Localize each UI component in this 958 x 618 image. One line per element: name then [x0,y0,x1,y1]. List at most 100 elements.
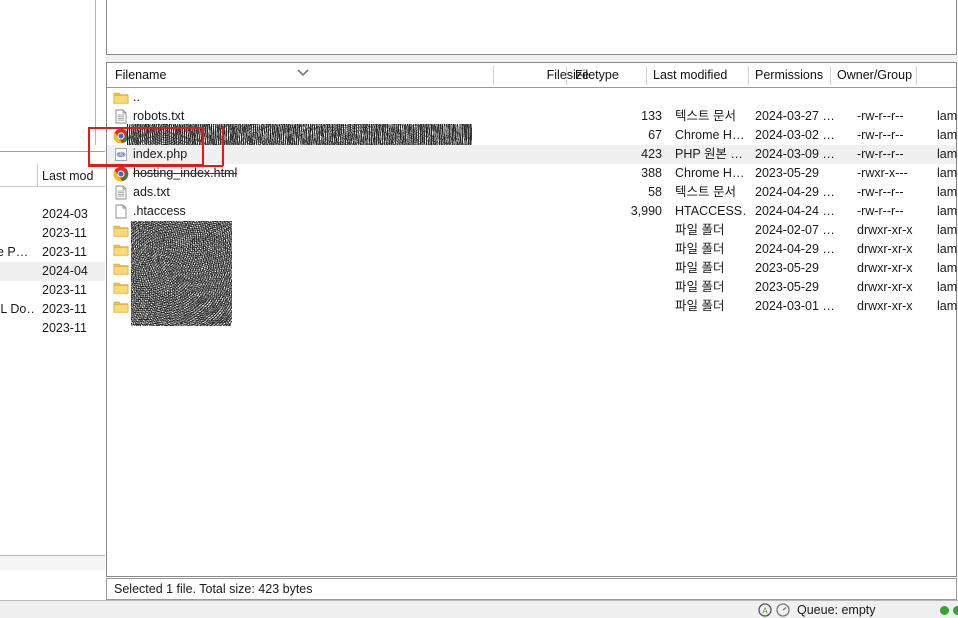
cell-owner-group: lampwick u… [937,204,958,218]
table-row[interactable]: .htaccess 3,990 HTACCESS… 2024-04-24 … -rw-r… [107,202,958,221]
cell-filetype: 파일 폴더 [675,223,725,237]
cell-filesize: 3,990 [630,204,662,218]
cell-filename: ads.txt [133,185,170,199]
cell-filetype: 파일 폴더 [675,242,725,256]
table-row[interactable]: hosting_index.html 388 Chrome H… 2023-05-29… [107,164,958,183]
cell-filetype: HTACCESS… [675,204,747,218]
screen-root: Last mod 2024-032023-11ge P…2023-112024-… [0,0,958,618]
cell-permissions: -rw-r--r-- [857,185,904,199]
cell-permissions: drwxr-xr-x [857,261,913,275]
cell-filesize: 423 [641,147,662,161]
column-divider-3[interactable] [646,66,647,85]
remote-pane: Filename Filesize Filetype Last modified… [88,0,958,618]
connection-indicator-secondary [953,606,958,615]
cell-filesize: 388 [641,166,662,180]
chrome-icon [113,166,129,182]
sort-descending-icon[interactable] [296,68,310,77]
cell-filetype: 파일 폴더 [675,280,725,294]
column-divider-4[interactable] [748,66,749,85]
table-row[interactable]: .. [107,88,956,107]
background-window-status-strip [0,555,106,570]
background-window: Last mod 2024-032023-11ge P…2023-112024-… [0,0,106,570]
background-table-row[interactable]: 2023-11 [0,224,106,243]
folder-icon [113,299,129,314]
redacted-filename-overlay [127,124,472,145]
table-row[interactable]: ads.txt 58 텍스트 문서 2024-04-29 … -rw-r--r-- lam… [107,183,958,202]
cell-filetype: Chrome H… [675,128,745,142]
background-row-modified: 2023-11 [42,321,87,335]
connection-indicator-green [940,606,949,615]
cell-permissions: drwxr-xr-x [857,223,913,237]
cell-last-modified: 2024-03-09 … [755,147,835,161]
background-window-upper-panel [0,0,106,152]
application-status-strip: A Queue: empty [0,600,958,618]
background-table-row[interactable]: 2024-03 [0,205,106,224]
cell-permissions: -rw-r--r-- [857,204,904,218]
table-row[interactable]: 파일 폴더 2024-02-07 … drwxr-xr-x lampwick la… [107,221,958,326]
cell-filetype: 파일 폴더 [675,299,725,313]
column-divider-6[interactable] [916,66,917,85]
column-divider-2[interactable] [566,66,567,85]
file-list-column-header: Filename Filesize Filetype Last modified… [107,63,956,88]
table-row[interactable]: 파일 폴더 2023-05-29 drwxr-xr-x lampwick la… [107,278,958,297]
blank-document-icon [113,204,129,219]
cell-filetype: 파일 폴더 [675,261,725,275]
cell-filetype: Chrome H… [675,166,745,180]
cell-owner-group: lampwick la… [937,299,958,313]
cell-last-modified: 2023-05-29 [755,166,819,180]
background-row-modified: 2023-11 [42,283,87,297]
background-table-row[interactable]: 더 2023-11 [0,281,106,300]
folder-icon [113,280,129,295]
transfer-speed-icon[interactable] [776,603,790,617]
cell-owner-group: lampwick la… [937,128,958,142]
column-header-filename[interactable]: Filename [115,63,166,87]
speed-limit-icon[interactable]: A [758,603,772,617]
cell-filetype: 텍스트 문서 [675,109,736,123]
column-header-modified[interactable]: Last modified [653,63,727,87]
background-table-row[interactable]: 2023-11 [0,319,106,338]
cell-owner-group: lampwick la… [937,223,958,237]
cell-permissions: drwxr-xr-x [857,280,913,294]
column-divider-5[interactable] [830,66,831,85]
background-row-filetype: ML Do… [0,302,34,316]
cell-last-modified: 2024-02-07 … [755,223,835,237]
cell-last-modified: 2023-05-29 [755,261,819,275]
table-row[interactable]: 파일 폴더 2024-04-29 … drwxr-xr-x lampwick la… [107,240,958,259]
table-row[interactable]: 파일 폴더 2024-03-01 … drwxr-xr-x lampwick la… [107,297,958,316]
cell-filename: robots.txt [133,109,185,123]
table-row[interactable]: 67 Chrome H… 2024-03-02 … -rw-r--r-- lampwic… [107,124,958,145]
column-header-filetype[interactable]: Filetype [575,63,619,87]
background-table-row[interactable]: 2024-04 [0,262,106,281]
cell-filename: .htaccess [133,204,186,218]
cell-owner-group: lampwick la… [937,280,958,294]
selection-status-text: Selected 1 file. Total size: 423 bytes [114,582,313,596]
table-row[interactable]: php index.php 423 PHP 원본 … 2024-03-09 … -rw-r… [107,145,958,164]
table-row[interactable]: 파일 폴더 2023-05-29 drwxr-xr-x lampwick la… [107,259,958,278]
file-list-status-bar: Selected 1 file. Total size: 423 bytes [106,578,957,600]
folder-icon [113,261,129,276]
cell-owner-group: lampwick la… [937,242,958,256]
column-divider-1[interactable] [493,66,494,85]
cell-filetype: 텍스트 문서 [675,185,736,199]
text-document-icon [113,109,129,124]
cell-last-modified: 2024-04-29 … [755,185,835,199]
pane-splitter[interactable] [105,55,958,62]
cell-filesize: 133 [641,109,662,123]
cell-filename: hosting_index.html [133,166,238,180]
cell-owner-group: lampwick la… [937,147,958,161]
cell-permissions: -rw-r--r-- [857,128,904,142]
table-row[interactable]: robots.txt 133 텍스트 문서 2024-03-27 … -rw-r--r-… [107,107,958,126]
cell-last-modified: 2024-03-27 … [755,109,835,123]
remote-file-list[interactable]: Filename Filesize Filetype Last modified… [88,62,958,577]
cell-permissions: drwxr-xr-x [857,242,913,256]
column-header-owner[interactable]: Owner/Group [837,63,912,87]
background-table-row[interactable]: ML Do… 2023-11 [0,300,106,319]
column-header-permissions[interactable]: Permissions [755,63,823,87]
cell-permissions: -rw-r--r-- [857,109,904,123]
background-last-modified-header: Last mod [42,169,94,183]
folder-icon [113,242,129,257]
background-file-rows: 2024-03 2023-11 ge P… 2023-11 2024-04 더 2023-1… [0,205,106,338]
cell-last-modified: 2024-04-29 … [755,242,835,256]
remote-tree-panel[interactable] [106,0,957,55]
background-table-row[interactable]: ge P… 2023-11 [0,243,106,262]
